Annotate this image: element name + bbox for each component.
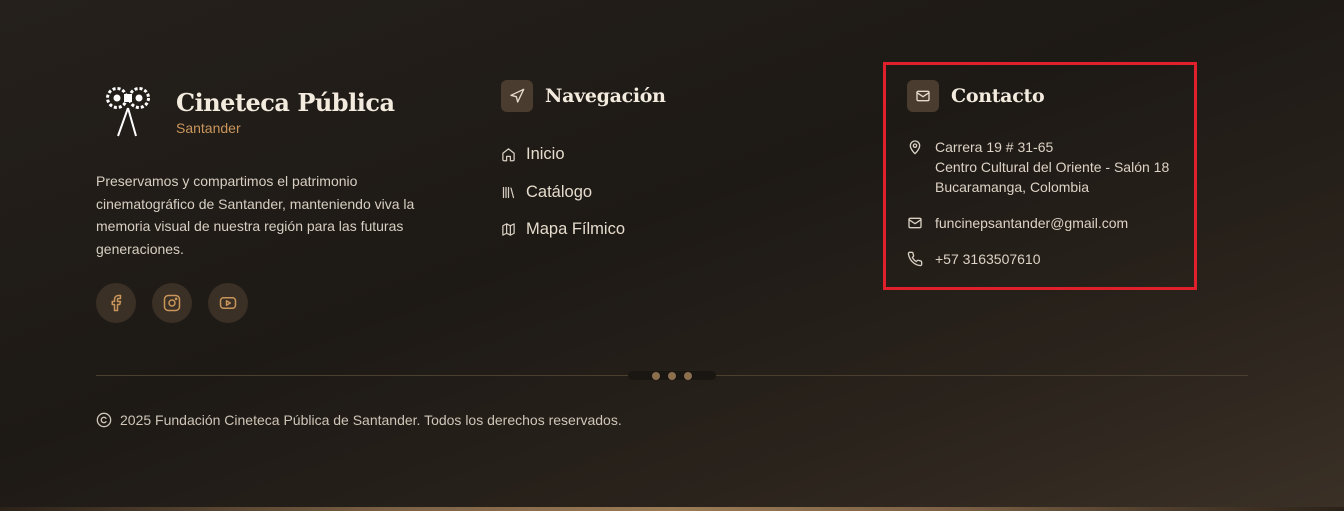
facebook-link[interactable] bbox=[96, 283, 136, 323]
address-line: Bucaramanga, Colombia bbox=[935, 179, 1090, 195]
address-line: Carrera 19 # 31-65 bbox=[935, 139, 1054, 155]
divider-ornament bbox=[628, 371, 716, 380]
brand-subtitle: Santander bbox=[176, 120, 241, 136]
navigation-list: Inicio Catálogo Mapa Fílmico bbox=[501, 136, 741, 249]
youtube-link[interactable] bbox=[208, 283, 248, 323]
navigation-header: Navegación bbox=[501, 80, 666, 112]
phone-number: +57 3163507610 bbox=[935, 251, 1041, 267]
nav-link-label: Mapa Fílmico bbox=[526, 220, 626, 239]
nav-link-inicio[interactable]: Inicio bbox=[501, 136, 741, 174]
ornament-dot bbox=[668, 371, 676, 380]
navigation-title: Navegación bbox=[545, 85, 666, 107]
youtube-icon bbox=[219, 297, 237, 309]
ornament-dot bbox=[652, 371, 660, 380]
ornament-dot bbox=[684, 371, 692, 380]
social-links bbox=[96, 283, 248, 323]
location-pin-icon bbox=[909, 140, 921, 155]
home-icon bbox=[502, 148, 515, 162]
address-line: Centro Cultural del Oriente - Salón 18 bbox=[935, 159, 1170, 175]
map-icon bbox=[502, 223, 515, 236]
instagram-link[interactable] bbox=[152, 283, 192, 323]
nav-link-label: Catálogo bbox=[526, 182, 593, 201]
brand-description: Preservamos y compartimos el patrimonio … bbox=[96, 173, 415, 257]
mail-icon bbox=[907, 80, 939, 112]
nav-link-catalogo[interactable]: Catálogo bbox=[501, 174, 741, 212]
contact-address: Carrera 19 # 31-65 Centro Cultural del O… bbox=[907, 137, 1169, 197]
contact-email[interactable]: funcinepsantander@gmail.com bbox=[907, 213, 1128, 233]
copyright-icon bbox=[96, 412, 112, 428]
nav-link-mapa-filmico[interactable]: Mapa Fílmico bbox=[501, 211, 741, 249]
instagram-icon bbox=[163, 294, 181, 312]
facebook-icon bbox=[111, 294, 122, 312]
copyright-notice: 2025 Fundación Cineteca Pública de Santa… bbox=[96, 412, 622, 428]
brand-title: Cineteca Pública bbox=[176, 88, 395, 117]
email-icon bbox=[908, 217, 922, 229]
copyright-text: 2025 Fundación Cineteca Pública de Santa… bbox=[120, 412, 622, 428]
contact-phone[interactable]: +57 3163507610 bbox=[907, 249, 1041, 269]
library-icon bbox=[502, 186, 515, 198]
contact-header: Contacto bbox=[907, 80, 1045, 112]
site-footer: Cineteca Pública Santander Preservamos y… bbox=[0, 0, 1344, 511]
bottom-accent-bar bbox=[0, 507, 1344, 511]
email-address: funcinepsantander@gmail.com bbox=[935, 215, 1129, 231]
film-projector-logo-icon bbox=[106, 87, 150, 137]
nav-link-label: Inicio bbox=[526, 145, 565, 164]
navigation-arrow-icon bbox=[501, 80, 533, 112]
phone-icon bbox=[907, 251, 923, 267]
contact-title: Contacto bbox=[951, 85, 1045, 107]
